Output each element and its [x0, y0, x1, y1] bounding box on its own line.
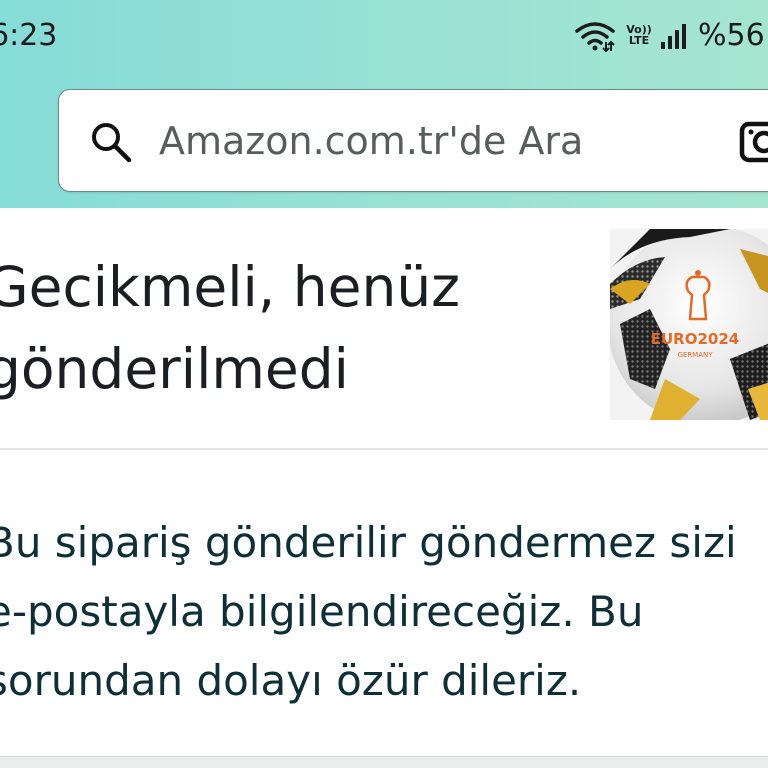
- search-bar[interactable]: [58, 89, 768, 192]
- product-image[interactable]: EURO2024 GERMANY: [610, 229, 768, 420]
- wifi-icon: [574, 20, 616, 57]
- status-title-line1: Gecikmeli, henüz: [0, 255, 461, 319]
- search-input[interactable]: [159, 116, 719, 166]
- signal-icon: [660, 24, 688, 55]
- order-status-section: Gecikmeli, henüz gönderilmedi EURO2024 G…: [0, 208, 768, 450]
- product-image-sublabel: GERMANY: [677, 351, 713, 359]
- status-time: 6:23: [0, 18, 58, 53]
- screen: 6:23 Vo)) LTE: [0, 0, 768, 768]
- message-line3: sorundan dolayı özür dileriz.: [0, 656, 582, 705]
- message-line2: e-postayla bilgilendireceğiz. Bu: [0, 587, 644, 636]
- delay-message: Bu sipariş gönderilir göndermez sizi e-p…: [0, 508, 768, 715]
- section-divider: [0, 756, 768, 768]
- battery-percentage: %56: [698, 18, 765, 53]
- volte-bottom-text: LTE: [628, 34, 650, 47]
- order-status-title: Gecikmeli, henüz gönderilmedi: [0, 246, 586, 410]
- search-icon[interactable]: [89, 120, 133, 169]
- status-bar: 6:23 Vo)) LTE: [0, 0, 768, 75]
- message-line1: Bu sipariş gönderilir göndermez sizi: [0, 518, 737, 567]
- top-header: 6:23 Vo)) LTE: [0, 0, 768, 208]
- status-title-line2: gönderilmedi: [0, 337, 349, 401]
- camera-icon[interactable]: [739, 120, 768, 169]
- product-image-label: EURO2024: [651, 330, 739, 348]
- volte-icon: Vo)) LTE: [622, 24, 656, 46]
